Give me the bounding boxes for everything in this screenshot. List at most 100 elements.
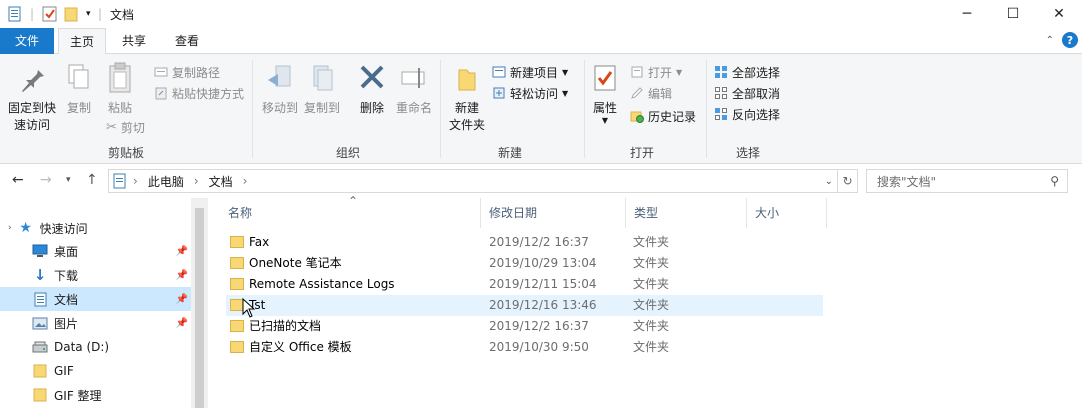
nav-pictures[interactable]: 图片 📌	[0, 311, 206, 335]
drive-icon	[32, 339, 48, 355]
breadcrumb-this-pc[interactable]: 此电脑	[148, 173, 184, 190]
back-arrow-icon[interactable]: ←	[12, 172, 24, 188]
address-dropdown-icon[interactable]: ⌄	[825, 176, 833, 187]
file-row[interactable]: Fax 2019/12/2 16:37 文件夹	[226, 232, 823, 253]
tab-file[interactable]: 文件	[0, 28, 54, 54]
clipboard-group-label: 剪贴板	[108, 146, 145, 160]
history-button[interactable]: 历史记录	[630, 106, 696, 126]
new-group-label: 新建	[498, 146, 523, 160]
rename-label: 重命名	[395, 101, 432, 115]
customize-quick-access-icon[interactable]: ▾	[86, 5, 91, 23]
select-none-button[interactable]: 全部取消	[714, 83, 780, 103]
tab-view[interactable]: 查看	[163, 28, 211, 54]
nav-item-label: GIF	[54, 364, 74, 378]
pin-icon[interactable]: 📌	[176, 270, 188, 281]
nav-quick-access[interactable]: › ★ 快速访问	[0, 216, 206, 240]
tab-share[interactable]: 共享	[110, 28, 158, 54]
file-row[interactable]: OneNote 笔记本 2019/10/29 13:04 文件夹	[226, 253, 823, 274]
explorer-doc-icon[interactable]	[8, 5, 22, 23]
maximize-button[interactable]: ☐	[990, 0, 1036, 28]
scissors-icon: ✂	[106, 119, 117, 135]
history-label: 历史记录	[648, 109, 697, 124]
cut-button[interactable]: ✂ 剪切	[106, 117, 145, 137]
document-icon	[32, 291, 48, 307]
column-divider[interactable]	[826, 198, 827, 228]
move-to-button[interactable]: 移动到	[260, 62, 300, 117]
close-button[interactable]: ✕	[1036, 0, 1082, 28]
window-title: 文档	[110, 8, 135, 22]
file-row[interactable]: 已扫描的文档 2019/12/2 16:37 文件夹	[226, 316, 823, 337]
nav-gif-organize[interactable]: GIF 整理	[0, 383, 206, 407]
move-to-label: 移动到	[261, 101, 298, 115]
select-all-button[interactable]: 全部选择	[714, 62, 780, 82]
column-name[interactable]: 名称	[220, 198, 480, 228]
nav-documents[interactable]: 文档 📌	[0, 287, 206, 311]
open-button[interactable]: 打开 ▼	[630, 62, 682, 82]
nav-data-drive[interactable]: Data (D:)	[0, 335, 206, 359]
recent-locations-icon[interactable]: ▾	[66, 175, 71, 185]
delete-button[interactable]: 删除	[356, 62, 388, 117]
file-modified: 2019/12/2 16:37	[489, 235, 589, 249]
help-icon[interactable]: ?	[1062, 32, 1078, 48]
download-icon: ↓	[33, 266, 47, 284]
minimize-button[interactable]: ─	[944, 0, 990, 28]
navigation-pane: › ★ 快速访问 桌面 📌 ↓ 下载 📌 文档 📌 图片 📌 Data (D:)…	[0, 198, 208, 408]
file-type: 文件夹	[633, 256, 670, 270]
paste-button[interactable]: 粘贴	[104, 62, 136, 117]
forward-arrow-icon[interactable]: →	[40, 172, 52, 188]
refresh-button[interactable]: ↻	[838, 169, 858, 193]
nav-gif[interactable]: GIF	[0, 359, 206, 383]
pin-icon[interactable]: 📌	[176, 318, 188, 329]
edit-label: 编辑	[648, 86, 673, 101]
column-modified[interactable]: 修改日期	[481, 198, 625, 228]
invert-selection-icon	[715, 108, 727, 120]
expand-chevron-icon[interactable]: ›	[8, 223, 12, 233]
invert-selection-label: 反向选择	[732, 107, 781, 122]
search-icon: ⚲	[1050, 174, 1059, 188]
nav-scrollbar-thumb[interactable]	[195, 208, 204, 408]
column-size[interactable]: 大小	[747, 198, 827, 228]
file-name: OneNote 笔记本	[249, 256, 342, 270]
properties-button[interactable]: 属性 ▼	[588, 62, 622, 125]
column-type[interactable]: 类型	[626, 198, 746, 228]
pin-to-quick-access-button[interactable]: 固定到快 速访问	[6, 62, 58, 134]
nav-item-label: 桌面	[54, 244, 79, 259]
file-row[interactable]: 自定义 Office 模板 2019/10/30 9:50 文件夹	[226, 337, 823, 358]
paste-shortcut-label: 粘贴快捷方式	[172, 86, 245, 101]
copy-path-button[interactable]: 复制路径	[154, 62, 220, 82]
copy-to-label: 复制到	[303, 101, 340, 115]
easy-access-button[interactable]: 轻松访问 ▼	[492, 83, 568, 103]
collapse-ribbon-icon[interactable]: ⌃	[1046, 35, 1054, 46]
file-row[interactable]: Remote Assistance Logs 2019/12/11 15:04 …	[226, 274, 823, 295]
organize-group-label: 组织	[336, 146, 361, 160]
pin-label: 固定到快 速访问	[7, 101, 56, 132]
new-folder-quick-icon[interactable]	[64, 5, 78, 23]
tab-home[interactable]: 主页	[58, 28, 106, 55]
dropdown-arrow-icon: ▼	[601, 116, 609, 125]
pin-icon[interactable]: 📌	[176, 246, 188, 257]
invert-selection-button[interactable]: 反向选择	[714, 104, 780, 124]
rename-icon	[401, 68, 425, 88]
rename-button[interactable]: 重命名	[394, 62, 434, 117]
copy-path-label: 复制路径	[172, 65, 221, 80]
new-item-button[interactable]: 新建项目 ▼	[492, 62, 568, 82]
nav-desktop[interactable]: 桌面 📌	[0, 239, 206, 263]
copy-button[interactable]: 复制	[64, 62, 94, 117]
folder-icon	[32, 387, 48, 403]
paste-shortcut-button[interactable]: 粘贴快捷方式	[154, 83, 244, 103]
up-arrow-icon[interactable]: ↑	[86, 172, 98, 188]
properties-label: 属性	[592, 101, 617, 115]
new-folder-button[interactable]: 新建 文件夹	[446, 62, 488, 134]
copy-to-button[interactable]: 复制到	[302, 62, 342, 117]
file-name: 自定义 Office 模板	[249, 340, 352, 354]
pin-icon[interactable]: 📌	[176, 294, 188, 305]
nav-scrollbar[interactable]	[191, 198, 208, 408]
search-box[interactable]: 搜索"文档" ⚲	[866, 169, 1068, 193]
nav-downloads[interactable]: ↓ 下载 📌	[0, 263, 206, 287]
file-row-hovered[interactable]: Tst 2019/12/16 13:46 文件夹	[226, 295, 823, 316]
address-bar[interactable]: › 此电脑 › 文档 › ⌄	[108, 169, 838, 193]
edit-button[interactable]: 编辑	[630, 83, 672, 103]
properties-quick-icon[interactable]	[42, 5, 58, 23]
breadcrumb-documents[interactable]: 文档	[209, 173, 233, 190]
folder-icon	[230, 257, 244, 269]
